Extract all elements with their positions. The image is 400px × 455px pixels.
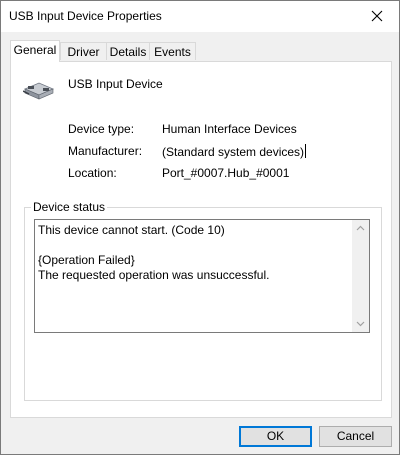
manufacturer-label: Manufacturer: (68, 144, 143, 158)
manufacturer-value: (Standard system devices) (162, 145, 305, 159)
ok-button[interactable]: OK (239, 426, 312, 447)
scroll-down-icon[interactable] (356, 321, 365, 327)
properties-dialog: USB Input Device Properties General Driv… (0, 0, 400, 455)
device-status-textbox[interactable]: This device cannot start. (Code 10) {Ope… (34, 219, 370, 333)
cancel-button[interactable]: Cancel (319, 426, 392, 447)
text-caret (305, 144, 307, 158)
tab-events-label: Events (154, 45, 191, 59)
tab-general-label: General (13, 43, 57, 57)
tab-general[interactable]: General (10, 40, 60, 62)
title-bar[interactable]: USB Input Device Properties (1, 1, 399, 32)
status-scrollbar[interactable] (352, 220, 369, 332)
close-icon (371, 10, 383, 22)
close-button[interactable] (355, 1, 399, 32)
tab-events[interactable]: Events (149, 42, 196, 60)
scroll-up-icon[interactable] (356, 225, 365, 231)
device-status-text: This device cannot start. (Code 10) {Ope… (38, 223, 270, 282)
tab-driver-label: Driver (67, 45, 100, 59)
usb-device-icon (22, 80, 55, 105)
general-tab-panel: USB Input Device Device type: Human Inte… (10, 61, 392, 418)
device-type-label: Device type: (68, 122, 135, 136)
tab-details[interactable]: Details (106, 42, 150, 60)
location-value[interactable]: Port_#0007.Hub_#0001 (162, 166, 289, 180)
tab-details-label: Details (109, 45, 147, 59)
device-status-group: Device status This device cannot start. … (24, 200, 382, 401)
window-title: USB Input Device Properties (9, 9, 162, 23)
device-type-value[interactable]: Human Interface Devices (162, 122, 297, 136)
manufacturer-value-field[interactable]: (Standard system devices) (162, 144, 307, 159)
location-label: Location: (68, 166, 117, 180)
device-name: USB Input Device (68, 77, 163, 91)
device-status-legend: Device status (31, 200, 108, 214)
tab-driver[interactable]: Driver (60, 42, 107, 60)
